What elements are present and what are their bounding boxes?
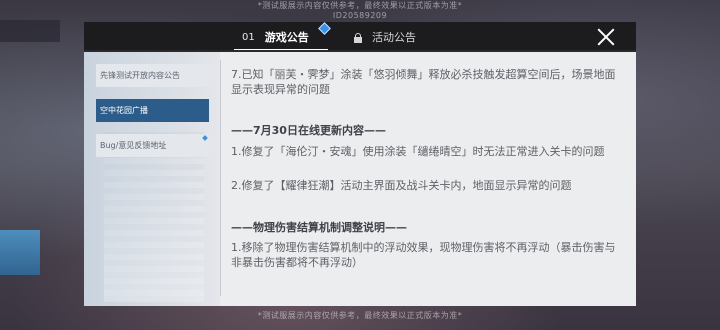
tab-number: 01	[242, 31, 255, 43]
content-heading: ——物理伤害结算机制调整说明——	[231, 221, 407, 234]
content-list-item: 1.修复了「海伦汀・安魂」使用涂装「缱绻晴空」时无法正常进入关卡的问题	[231, 145, 605, 158]
content-heading: ——7月30日在线更新内容——	[231, 124, 386, 137]
new-badge-icon	[318, 22, 331, 35]
sidebar-item-pioneer-test[interactable]: 先锋测试开放内容公告	[96, 64, 209, 87]
tab-label: 游戏公告	[264, 31, 309, 44]
new-badge-icon	[202, 135, 208, 141]
content-list-item: 2.修复了【耀律狂潮】活动主界面及战斗关卡内，地面显示异常的问题	[231, 179, 572, 192]
sidebar-item-label: 空中花园广播	[100, 106, 148, 115]
tab-event-announcement[interactable]: 活动公告	[354, 22, 416, 52]
tab-game-announcement[interactable]: 01 游戏公告	[242, 22, 309, 52]
sidebar-divider	[220, 60, 221, 296]
close-icon[interactable]	[596, 27, 616, 47]
sidebar-decoration	[104, 132, 204, 302]
background-hud-element	[0, 20, 60, 42]
watermark-text: *测试服展示内容仅供参考，最终效果以正式版本为准*	[257, 311, 463, 320]
announcement-sidebar: 先锋测试开放内容公告 空中花园广播 Bug/意见反馈地址	[84, 52, 220, 306]
sidebar-item-garden-broadcast[interactable]: 空中花园广播	[96, 99, 209, 122]
sidebar-item-bug-feedback[interactable]: Bug/意见反馈地址	[96, 134, 209, 157]
lock-icon	[354, 32, 362, 43]
announcement-content[interactable]: 7.已知「丽芙・霁梦」涂装「悠羽倾舞」释放必杀技触发超算空间后，场景地面显示表现…	[231, 66, 626, 302]
watermark-text: *测试服展示内容仅供参考，最终效果以正式版本为准*	[257, 1, 463, 10]
announcement-panel: 先锋测试开放内容公告 空中花园广播 Bug/意见反馈地址 7.已知「丽芙・霁梦」…	[84, 52, 636, 306]
tab-label: 活动公告	[372, 31, 416, 44]
background-hud-card	[0, 230, 40, 275]
watermark-id: ID20589209	[332, 298, 388, 307]
content-list-item: 1.移除了物理伤害结算机制中的浮动效果，现物理伤害将不再浮动（暴击伤害与非暴击伤…	[231, 241, 616, 269]
content-paragraph: 7.已知「丽芙・霁梦」涂装「悠羽倾舞」释放必杀技触发超算空间后，场景地面显示表现…	[231, 68, 616, 96]
watermark-id: ID20589209	[332, 11, 388, 20]
announcement-header: 01 游戏公告 活动公告	[84, 22, 636, 52]
sidebar-item-label: Bug/意见反馈地址	[100, 141, 167, 150]
sidebar-item-label: 先锋测试开放内容公告	[100, 71, 180, 80]
